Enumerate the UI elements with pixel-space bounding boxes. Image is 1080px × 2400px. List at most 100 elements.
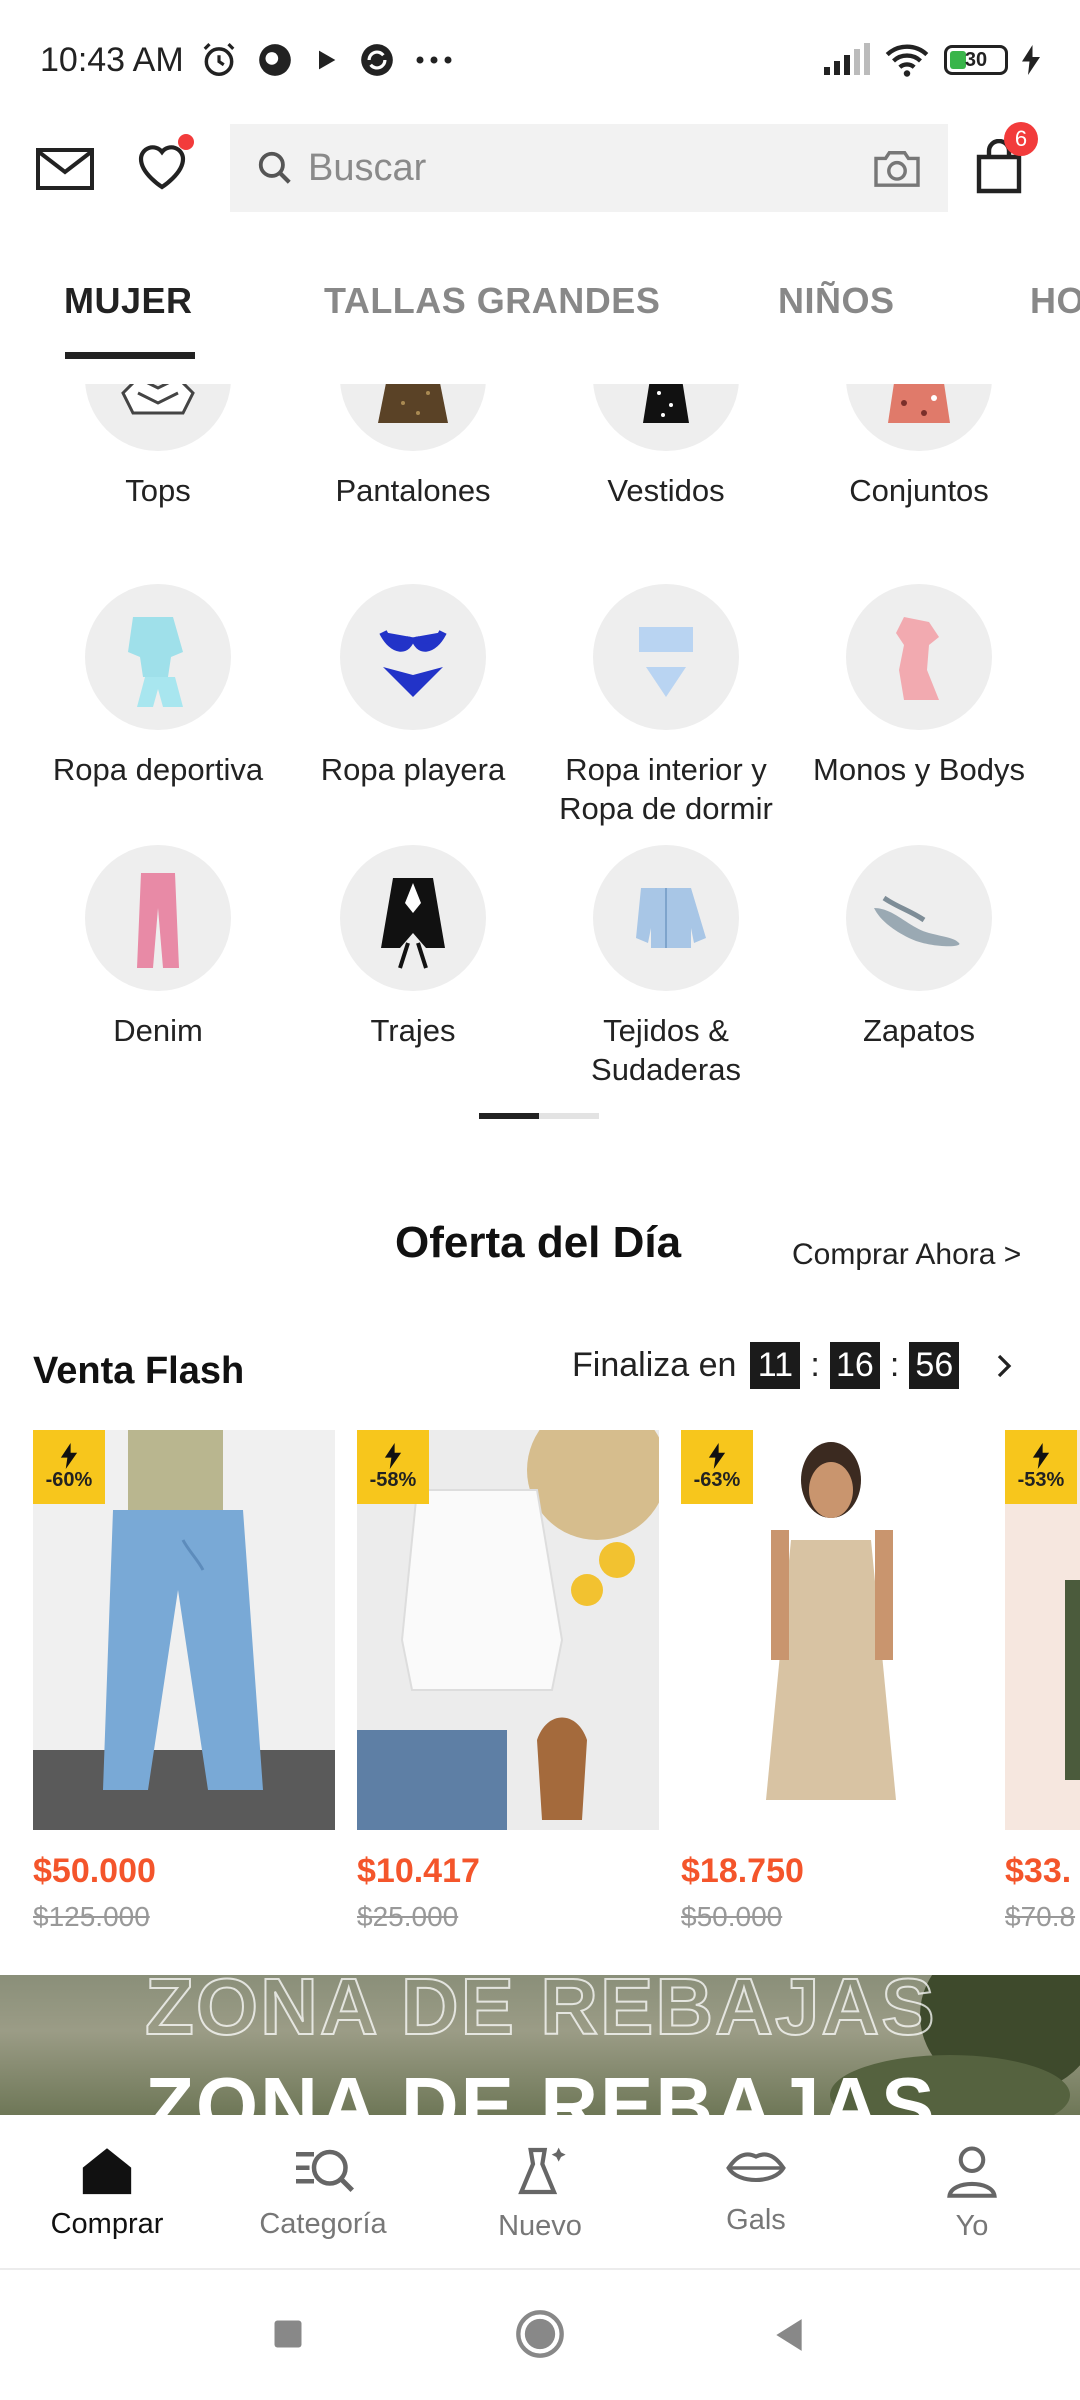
product-old-price: $70.8 xyxy=(1005,1901,1076,1932)
category-label: Conjuntos xyxy=(849,473,989,508)
category-search-icon xyxy=(296,2149,355,2193)
play-icon xyxy=(318,50,335,70)
category-label: Monos y Bodys xyxy=(813,752,1025,787)
wifi-icon xyxy=(885,44,929,77)
product-price: $18.750 xyxy=(681,1852,804,1890)
more-icon xyxy=(416,56,452,64)
wishlist-heart-icon[interactable] xyxy=(132,134,194,196)
discount-badge: -63% xyxy=(681,1430,753,1504)
nav-yo[interactable]: Yo xyxy=(892,2143,1052,2243)
flash-sale-title: Venta Flash xyxy=(33,1350,245,1392)
category-label: Pantalones xyxy=(335,473,491,508)
category-tejidos-sudaderas[interactable]: Tejidos & Sudaderas xyxy=(541,845,791,1089)
nav-label: Categoría xyxy=(259,2208,387,2240)
comprar-ahora-link[interactable]: Comprar Ahora > xyxy=(792,1238,1021,1272)
flash-bolt-icon xyxy=(708,1442,726,1469)
category-label: Ropa playera xyxy=(320,752,506,787)
ropa-playera-image xyxy=(340,584,486,730)
category-pantalones[interactable]: Pantalones xyxy=(288,384,538,510)
back-icon[interactable] xyxy=(770,2316,808,2354)
status-time: 10:43 AM xyxy=(40,40,184,79)
home-button-icon[interactable] xyxy=(514,2308,566,2360)
flash-bolt-icon xyxy=(384,1442,402,1469)
sale-zone-banner[interactable]: ZONA DE REBAJAS ZONA DE REBAJAS xyxy=(0,1975,1080,2115)
product-card[interactable]: -63% $18.750 $50.000 xyxy=(681,1430,983,1933)
category-grid: Tops Pantalones Vestidos Conjuntos Ropa … xyxy=(0,384,1080,1124)
home-icon xyxy=(82,2148,132,2195)
pantalones-image xyxy=(340,384,486,451)
product-card[interactable]: -58% $10.417 $25.000 xyxy=(357,1430,659,1933)
charging-icon xyxy=(1022,45,1040,75)
category-label: Vestidos xyxy=(607,473,725,508)
tab-ninos[interactable]: NIÑOS xyxy=(778,280,895,322)
product-image: -58% xyxy=(357,1430,659,1830)
battery-indicator: 30 xyxy=(944,45,1008,75)
category-label: Trajes xyxy=(370,1013,456,1048)
battery-level: 30 xyxy=(964,48,988,71)
mail-icon[interactable] xyxy=(36,140,94,198)
oferta-title: Oferta del Día xyxy=(395,1218,682,1267)
tejidos-sudaderas-image xyxy=(593,845,739,991)
category-monos-bodys[interactable]: Monos y Bodys xyxy=(794,584,1044,789)
category-label: Denim xyxy=(113,1013,203,1048)
discount-badge: -58% xyxy=(357,1430,429,1504)
nav-label: Comprar xyxy=(50,2208,164,2240)
wishlist-notification-dot xyxy=(178,134,194,150)
cart-icon[interactable]: 6 xyxy=(968,122,1038,200)
denim-image xyxy=(85,845,231,991)
new-dress-icon xyxy=(518,2147,566,2195)
tab-tallas-grandes[interactable]: TALLAS GRANDES xyxy=(324,280,660,322)
header: Buscar 6 xyxy=(0,120,1080,220)
category-trajes[interactable]: Trajes xyxy=(288,845,538,1050)
chevron-right-icon[interactable] xyxy=(989,1351,1019,1381)
nav-label: Yo xyxy=(955,2210,989,2242)
flash-countdown: Finaliza en 11 : 16 : 56 xyxy=(572,1342,1019,1389)
alarm-icon xyxy=(203,43,235,76)
product-card[interactable]: -53% $33. $70.8 xyxy=(1005,1430,1080,1933)
product-old-price: $125.000 xyxy=(33,1901,150,1932)
category-ropa-interior[interactable]: Ropa interior y Ropa de dormir xyxy=(541,584,791,828)
nav-label: Nuevo xyxy=(498,2210,582,2242)
nav-comprar[interactable]: Comprar xyxy=(27,2143,187,2241)
product-old-price: $25.000 xyxy=(357,1901,459,1932)
category-label: Zapatos xyxy=(862,1013,975,1048)
nav-nuevo[interactable]: Nuevo xyxy=(460,2143,620,2243)
search-input[interactable]: Buscar xyxy=(230,124,948,212)
system-navigation-bar xyxy=(0,2272,1080,2400)
nav-gals[interactable]: Gals xyxy=(676,2143,836,2237)
category-ropa-deportiva[interactable]: Ropa deportiva xyxy=(33,584,283,789)
tab-hombre[interactable]: HO xyxy=(1030,280,1080,322)
category-tops[interactable]: Tops xyxy=(33,384,283,510)
vestidos-image xyxy=(593,384,739,451)
category-ropa-playera[interactable]: Ropa playera xyxy=(288,584,538,789)
category-vestidos[interactable]: Vestidos xyxy=(541,384,791,510)
user-icon xyxy=(947,2146,997,2198)
camera-icon[interactable] xyxy=(872,147,922,189)
nav-label: Gals xyxy=(726,2204,786,2236)
category-label: Ropa deportiva xyxy=(52,752,264,787)
nav-categoria[interactable]: Categoría xyxy=(243,2143,403,2241)
trajes-image xyxy=(340,845,486,991)
product-image: -60% xyxy=(33,1430,335,1830)
category-zapatos[interactable]: Zapatos xyxy=(794,845,1044,1050)
search-placeholder: Buscar xyxy=(308,146,427,189)
category-denim[interactable]: Denim xyxy=(33,845,283,1050)
product-card[interactable]: -60% $50.000 $125.000 xyxy=(33,1430,335,1933)
countdown-hours: 11 xyxy=(750,1342,801,1389)
product-old-price: $50.000 xyxy=(681,1901,783,1932)
sync-app-icon xyxy=(360,44,393,76)
cart-count-badge: 6 xyxy=(1004,122,1038,156)
active-tab-indicator xyxy=(65,352,195,359)
countdown-label: Finaliza en xyxy=(572,1346,737,1384)
tab-mujer[interactable]: MUJER xyxy=(64,280,193,322)
discount-badge: -60% xyxy=(33,1430,105,1504)
bottom-navigation: Comprar Categoría Nuevo Gals Yo xyxy=(0,2115,1080,2270)
category-conjuntos[interactable]: Conjuntos xyxy=(794,384,1044,510)
product-price: $33. xyxy=(1005,1852,1072,1890)
recent-apps-icon[interactable] xyxy=(270,2316,306,2352)
ropa-interior-image xyxy=(593,584,739,730)
category-label: Ropa interior y Ropa de dormir xyxy=(559,752,773,826)
flash-bolt-icon xyxy=(1032,1442,1050,1469)
conjuntos-image xyxy=(846,384,992,451)
banner-heading-outline: ZONA DE REBAJAS xyxy=(144,1975,937,2052)
